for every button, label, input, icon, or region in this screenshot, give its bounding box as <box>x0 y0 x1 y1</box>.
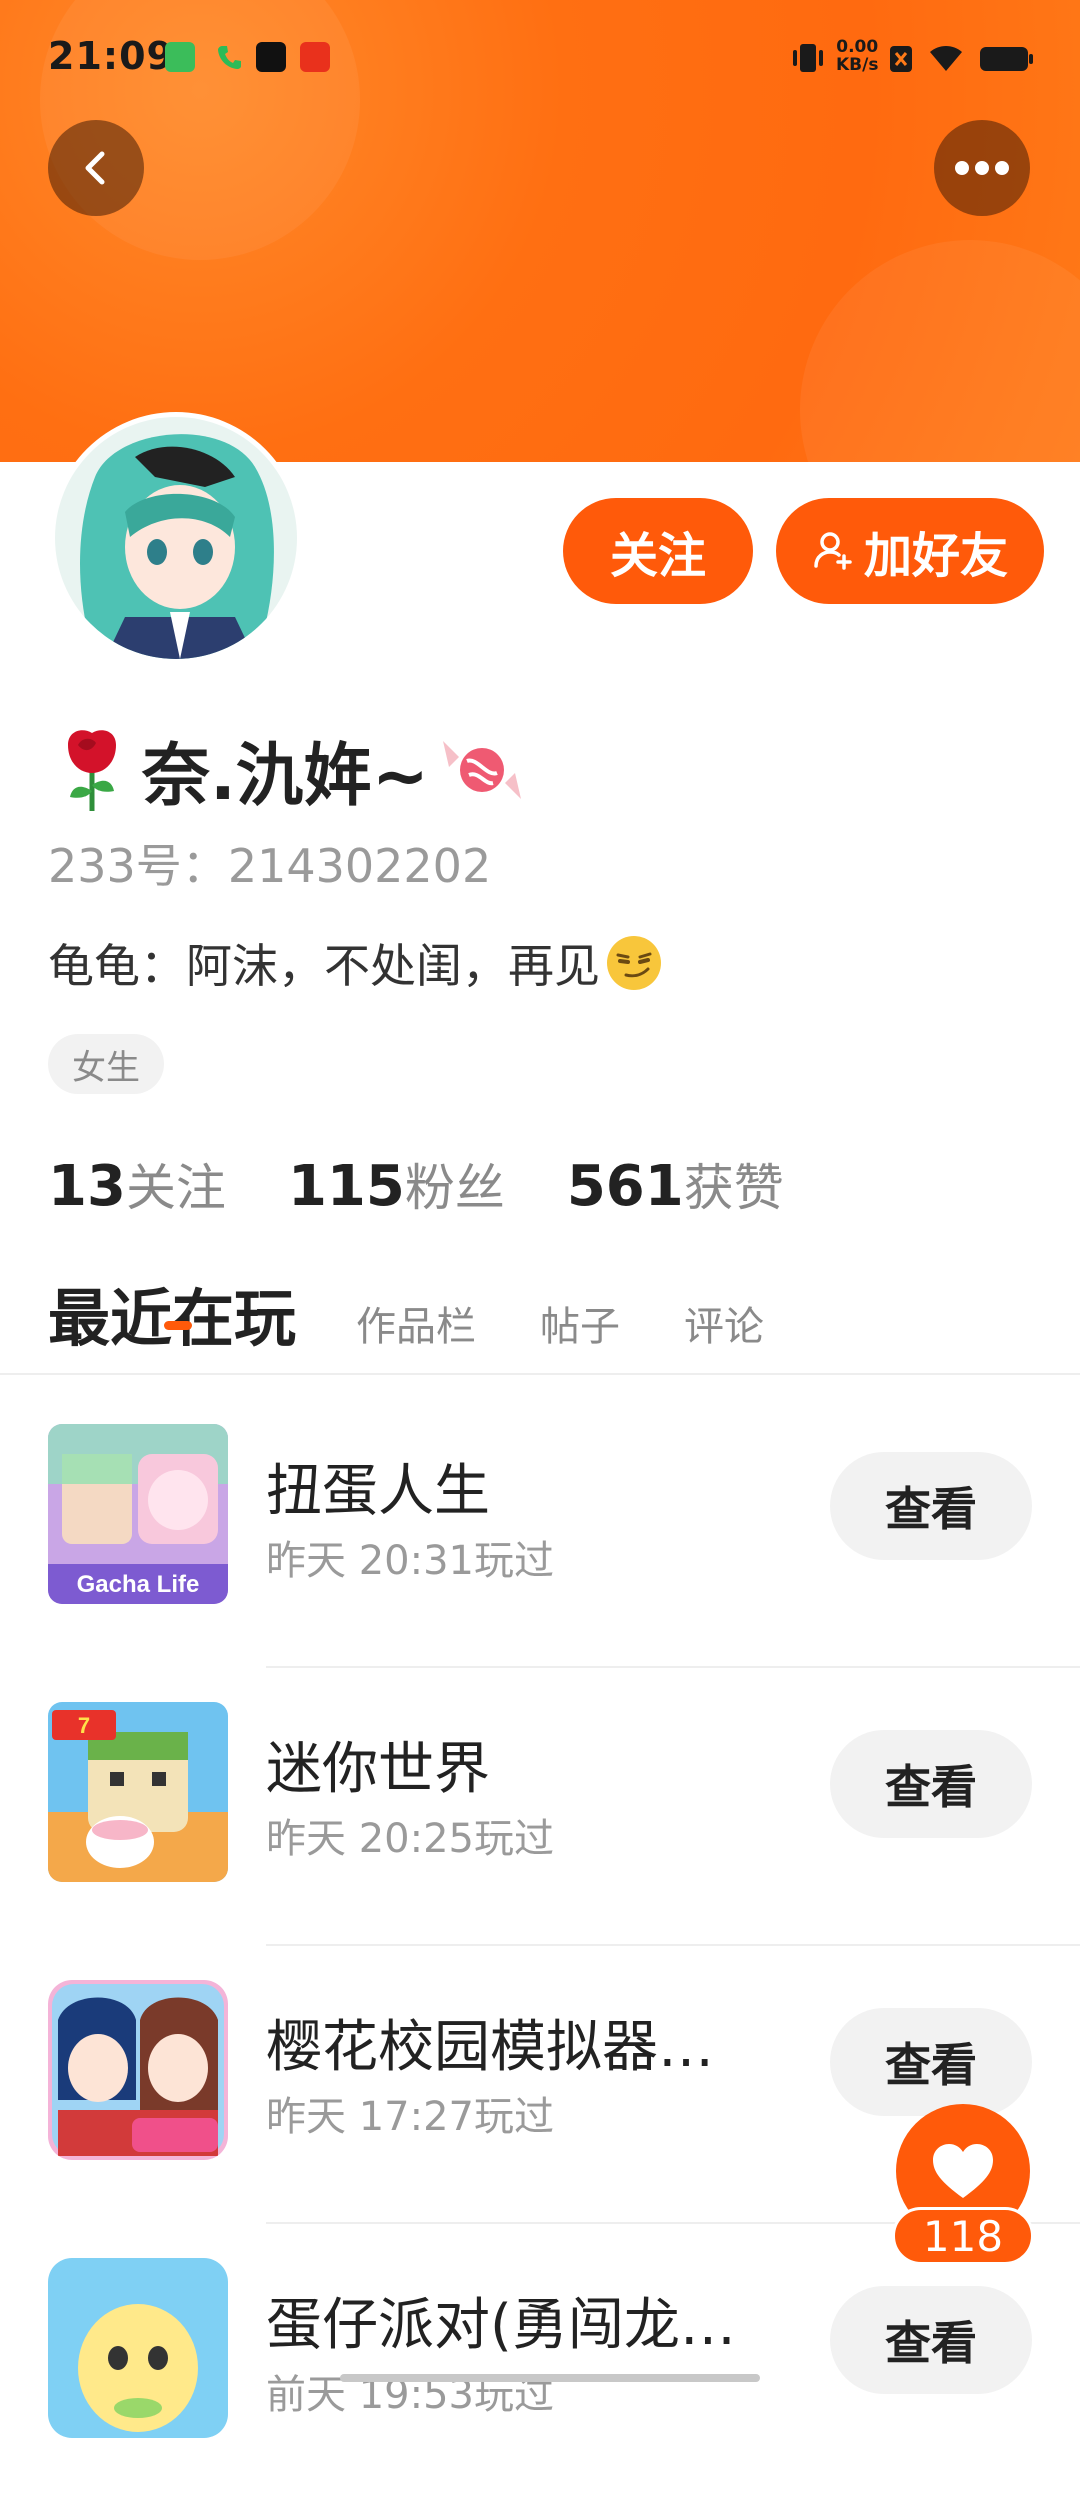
follow-button[interactable]: 关注 <box>563 498 753 604</box>
like-count-badge: 118 <box>892 2207 1034 2265</box>
heart-icon <box>933 2144 993 2198</box>
list-item[interactable]: Gacha Life 扭蛋人生 昨天 20:31玩过 查看 <box>0 1390 1080 1668</box>
battery-icon <box>978 38 1034 78</box>
network-speed: 0.00 KB/s <box>836 37 879 75</box>
list-item[interactable]: 蛋仔派对(勇闯龙… 前天 19:53玩过 查看 <box>0 2224 1080 2502</box>
active-tab-indicator <box>164 1321 192 1330</box>
game-last-played: 前天 19:53玩过 <box>266 2372 554 2418</box>
tabs-divider <box>0 1373 1080 1375</box>
user-id[interactable]: 233号：214302202 <box>48 830 491 896</box>
status-bar: 21:09 0.00 KB/s <box>0 0 1080 118</box>
stat-followers[interactable]: 115 粉丝 <box>288 1148 505 1220</box>
game-title: 樱花校园模拟器… <box>266 2015 714 2080</box>
iqiyi-app-icon <box>165 42 195 72</box>
uid-value: 214302202 <box>227 839 492 893</box>
add-friend-label: 加好友 <box>863 528 1008 584</box>
back-button[interactable] <box>48 120 144 216</box>
stat-number: 115 <box>287 1154 405 1219</box>
add-user-icon <box>814 532 852 570</box>
status-time: 21:09 <box>48 34 174 78</box>
view-button[interactable]: 查看 <box>830 1730 1032 1838</box>
uid-label: 233号： <box>48 839 228 893</box>
tab-posts[interactable]: 帖子 <box>540 1294 620 1352</box>
profile-name: 奈.氿姩~ <box>142 737 429 816</box>
game-icon-sakura-school <box>48 1980 228 2160</box>
tab-comments[interactable]: 评论 <box>684 1294 764 1352</box>
more-options-button[interactable] <box>934 120 1030 216</box>
more-dots-icon <box>955 161 1009 175</box>
stat-label: 关注 <box>125 1159 226 1217</box>
list-item[interactable]: 7 迷你世界 昨天 20:25玩过 查看 <box>0 1668 1080 1946</box>
add-friend-button[interactable]: 加好友 <box>776 498 1044 604</box>
game-icon-gacha-life: Gacha Life <box>48 1424 228 1604</box>
svg-text:7: 7 <box>78 1713 90 1738</box>
vibrate-icon <box>790 38 826 78</box>
stat-number: 561 <box>566 1154 684 1219</box>
stat-label: 获赞 <box>683 1159 784 1217</box>
view-button[interactable]: 查看 <box>830 1452 1032 1560</box>
chevron-left-icon <box>85 151 105 185</box>
profile-name-row: 奈.氿姩~ <box>52 720 525 819</box>
view-button[interactable]: 查看 <box>830 2008 1032 2116</box>
profile-bio: 龟龟：阿沫，不处闺，再见 <box>48 930 664 996</box>
game-icon-mini-world: 7 <box>48 1702 228 1882</box>
stat-label: 粉丝 <box>404 1159 505 1217</box>
shop-app-icon <box>256 42 286 72</box>
no-sim-icon <box>888 38 914 78</box>
stat-following[interactable]: 13 关注 <box>48 1148 226 1220</box>
bio-text: 龟龟：阿沫，不处闺，再见 <box>48 939 600 993</box>
game-title: 蛋仔派对(勇闯龙… <box>266 2293 736 2358</box>
avatar-image <box>55 417 297 659</box>
candy-emoji-icon <box>442 740 521 799</box>
tab-recently-played[interactable]: 最近在玩 <box>48 1268 296 1358</box>
game-title: 迷你世界 <box>266 1737 490 1802</box>
profile-stats: 13 关注 115 粉丝 561 获赞 <box>48 1148 846 1220</box>
gender-tag: 女生 <box>48 1034 164 1094</box>
avatar[interactable] <box>50 412 302 664</box>
banner-decoration <box>800 240 1080 462</box>
view-button[interactable]: 查看 <box>830 2286 1032 2394</box>
rose-emoji-icon <box>68 729 116 811</box>
profile-tabs: 最近在玩 作品栏 帖子 评论 <box>48 1268 828 1358</box>
game-last-played: 昨天 20:31玩过 <box>266 1538 554 1584</box>
game-title: 扭蛋人生 <box>266 1459 490 1524</box>
game-icon-eggy-party <box>48 2258 228 2438</box>
svg-text:Gacha Life: Gacha Life <box>77 1571 200 1598</box>
home-indicator[interactable] <box>340 2374 760 2382</box>
tab-works[interactable]: 作品栏 <box>356 1294 476 1352</box>
game-last-played: 昨天 17:27玩过 <box>266 2094 554 2140</box>
game-last-played: 昨天 20:25玩过 <box>266 1816 554 1862</box>
mango-app-icon <box>300 42 330 72</box>
phone-icon <box>214 42 244 72</box>
stat-number: 13 <box>48 1154 126 1219</box>
smirk-emoji-icon <box>607 936 661 990</box>
stat-likes[interactable]: 561 获赞 <box>567 1148 784 1220</box>
wifi-icon <box>926 38 966 78</box>
